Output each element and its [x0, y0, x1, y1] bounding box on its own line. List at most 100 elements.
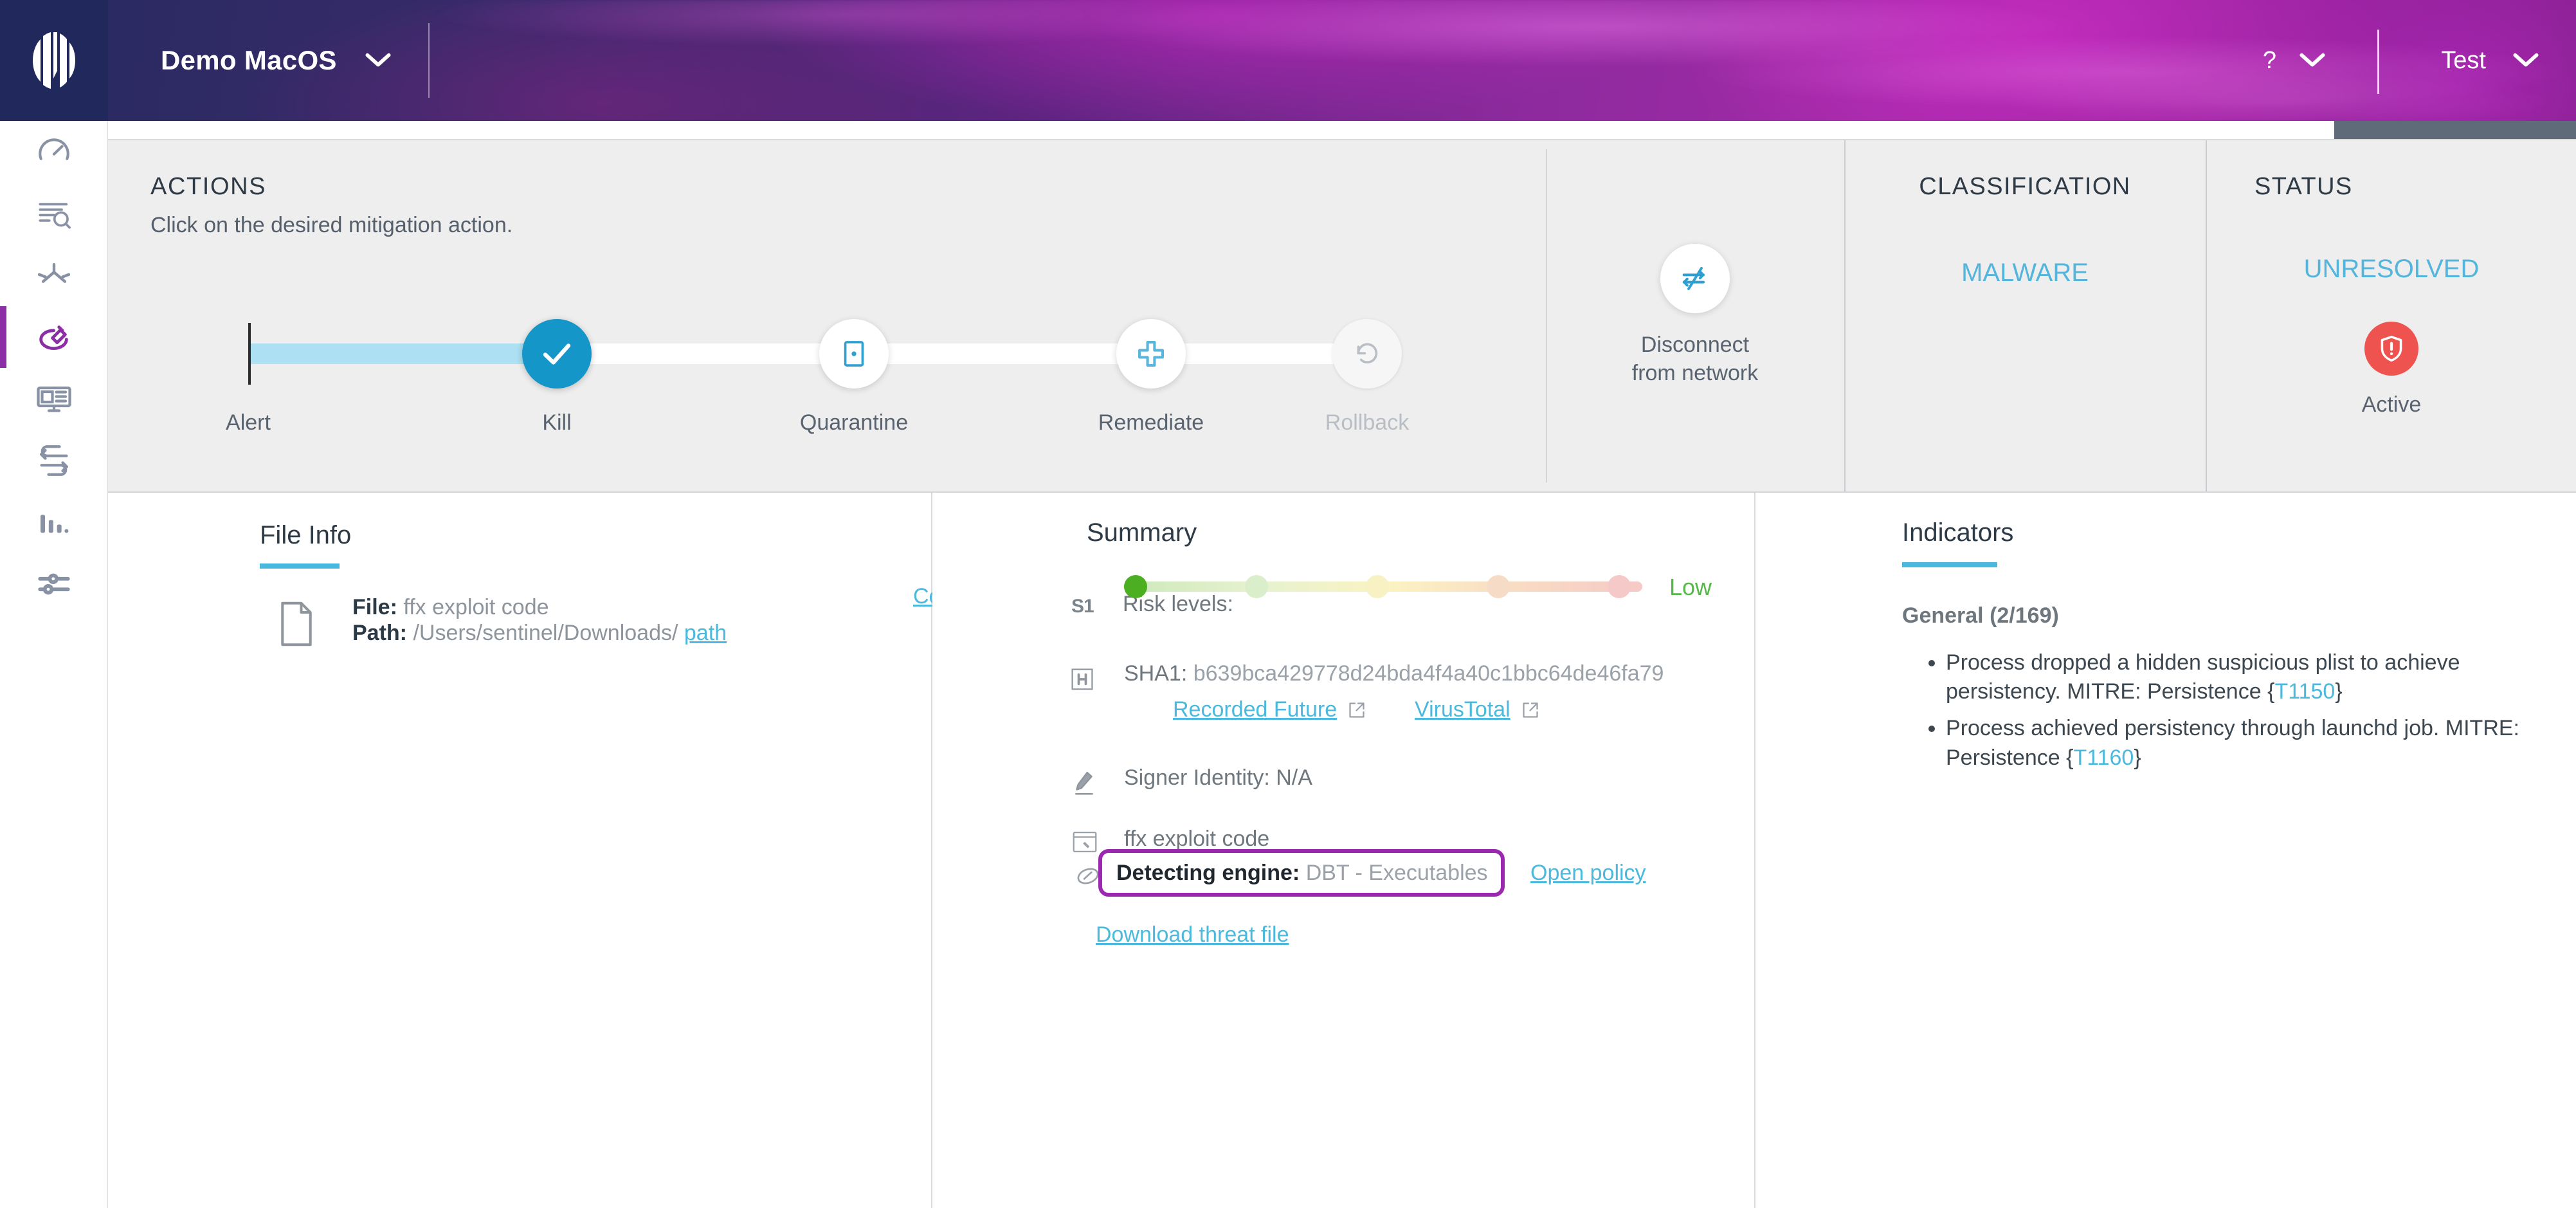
- scrollbar-thumb[interactable]: [2334, 121, 2576, 139]
- signer-value: N/A: [1276, 765, 1312, 790]
- disconnect-from-network-button[interactable]: Disconnect from network: [1546, 149, 1843, 482]
- threat-bug-icon: [35, 318, 73, 356]
- actions-strip: ACTIONS Click on the desired mitigation …: [108, 139, 2576, 493]
- file-info-heading: File Info: [260, 521, 351, 550]
- site-name: Demo MacOS: [161, 45, 337, 76]
- shield-alert-icon: [2375, 333, 2408, 365]
- site-selector-button[interactable]: [365, 52, 391, 69]
- status-value[interactable]: UNRESOLVED: [2207, 255, 2576, 284]
- not-equal-disconnect-icon: [1678, 262, 1712, 295]
- open-policy-link[interactable]: Open policy: [1530, 861, 1646, 886]
- status-badge: [2364, 322, 2418, 376]
- timeline-label-remediate: Remediate: [1098, 410, 1204, 435]
- user-menu[interactable]: Test: [2441, 0, 2539, 121]
- header-divider: [428, 23, 430, 98]
- indicator-text: Process achieved persistency through lau…: [1946, 716, 2519, 769]
- mitre-technique-link[interactable]: T1160: [2073, 746, 2134, 770]
- mitigation-timeline: Alert Kill Quarantine: [150, 283, 1475, 437]
- mitre-technique-link[interactable]: T1150: [2274, 679, 2335, 704]
- chevron-down-icon: [365, 52, 391, 69]
- list-item: Process achieved persistency through lau…: [1946, 714, 2528, 772]
- file-value: ffx exploit code: [403, 595, 549, 619]
- recorded-future-link[interactable]: Recorded Future: [1173, 697, 1366, 722]
- sidebar-item-dashboard[interactable]: [0, 121, 108, 183]
- chevron-down-icon: [2299, 52, 2325, 69]
- sidebar-item-reports[interactable]: [0, 491, 108, 553]
- speedometer-icon: [35, 133, 73, 170]
- s1-logo-icon: S1: [1071, 596, 1094, 618]
- help-menu[interactable]: ?: [2263, 0, 2325, 121]
- detecting-engine-highlight[interactable]: Detecting engine: DBT - Executables: [1098, 849, 1505, 897]
- timeline-node-quarantine[interactable]: [819, 319, 889, 389]
- virustotal-label[interactable]: VirusTotal: [1415, 697, 1510, 722]
- sidebar-active-indicator: [0, 306, 6, 368]
- horizontal-scrollbar[interactable]: [108, 121, 2576, 139]
- timeline-node-remediate[interactable]: [1116, 319, 1186, 389]
- risk-level-bar: Low: [1124, 575, 1651, 598]
- timeline-label-quarantine: Quarantine: [800, 410, 908, 435]
- indicators-column: Indicators General (2/169) Process dropp…: [1755, 493, 2576, 1208]
- detecting-engine-value: DBT - Executables: [1306, 861, 1488, 885]
- sidebar-item-sync[interactable]: [0, 430, 108, 491]
- rollback-icon: [1352, 338, 1383, 369]
- sidebar-item-settings[interactable]: [0, 553, 108, 615]
- classification-panel: CLASSIFICATION MALWARE: [1844, 140, 2204, 491]
- risk-dot-2: [1245, 575, 1268, 598]
- app-name: ffx exploit code: [1124, 827, 1269, 851]
- risk-dot-1: [1124, 575, 1147, 598]
- classification-title: CLASSIFICATION: [1846, 173, 2204, 201]
- sha1-value: b639bca429778d24bda4f4a40c1bbc64de46fa79: [1193, 661, 1664, 686]
- risk-dot-3: [1366, 575, 1389, 598]
- chevron-down-icon: [2513, 52, 2539, 69]
- detecting-engine-label: Detecting engine:: [1116, 861, 1300, 885]
- help-label: ?: [2263, 47, 2276, 75]
- hash-h-icon: [1070, 665, 1094, 697]
- signer-row: Signer Identity: N/A: [1124, 765, 1312, 791]
- timeline-node-rollback: [1332, 319, 1402, 389]
- indicators-group-title: General (2/169): [1902, 603, 2059, 628]
- virustotal-link[interactable]: VirusTotal: [1415, 697, 1540, 722]
- sentinelone-logo-icon: [30, 31, 78, 90]
- sidebar-item-visibility[interactable]: [0, 183, 108, 244]
- summary-column: Summary S1 Risk levels: Low: [932, 493, 1755, 1208]
- indicators-heading: Indicators: [1902, 518, 2013, 547]
- path-value: /Users/sentinel/Downloads/: [413, 621, 678, 645]
- classification-value[interactable]: MALWARE: [1846, 259, 2204, 288]
- indicators-list: Process dropped a hidden suspicious plis…: [1924, 648, 2528, 780]
- external-link-icon: [1521, 700, 1540, 720]
- app-header-banner: Demo MacOS ? Test: [108, 0, 2576, 121]
- file-info-file-block: File: ffx exploit code Path: /Users/sent…: [352, 594, 905, 646]
- app-window-icon: [1071, 830, 1098, 857]
- recorded-future-label[interactable]: Recorded Future: [1173, 697, 1337, 722]
- sync-arrows-icon: [35, 442, 73, 479]
- pen-signature-icon: [1073, 769, 1096, 801]
- sidebar-item-devices[interactable]: [0, 368, 108, 430]
- status-sub-label: Active: [2207, 392, 2576, 417]
- timeline-node-kill[interactable]: [522, 319, 592, 389]
- sentinelone-logo[interactable]: [0, 0, 108, 121]
- sha1-row: SHA1: b639bca429778d24bda4f4a40c1bbc64de…: [1124, 661, 1664, 686]
- summary-heading: Summary: [1087, 518, 1197, 547]
- disconnect-icon-circle: [1660, 244, 1730, 313]
- timeline-start-marker: [248, 323, 251, 385]
- file-label: File:: [352, 595, 397, 619]
- timeline-progress-fill: [248, 343, 557, 364]
- sidebar-item-incidents[interactable]: [0, 306, 108, 368]
- path-link[interactable]: path: [684, 621, 727, 645]
- actions-title: ACTIONS: [150, 173, 266, 201]
- quarantine-icon: [839, 339, 869, 369]
- signer-label: Signer Identity:: [1124, 765, 1270, 790]
- plus-cross-icon: [1135, 338, 1167, 370]
- disconnect-label-line1: Disconnect: [1641, 333, 1749, 357]
- left-nav-rail: [0, 0, 108, 1208]
- disconnect-label: Disconnect from network: [1632, 331, 1759, 387]
- sliders-icon: [35, 565, 73, 603]
- sha1-label: SHA1:: [1124, 661, 1187, 686]
- actions-subtitle: Click on the desired mitigation action.: [150, 213, 512, 238]
- timeline-label-rollback: Rollback: [1325, 410, 1409, 435]
- sidebar-item-sentinels[interactable]: [0, 244, 108, 306]
- download-threat-file-link[interactable]: Download threat file: [1096, 922, 1289, 947]
- monitor-icon: [35, 380, 73, 418]
- disconnect-label-line2: from network: [1632, 361, 1759, 385]
- indicator-text: Process dropped a hidden suspicious plis…: [1946, 650, 2460, 704]
